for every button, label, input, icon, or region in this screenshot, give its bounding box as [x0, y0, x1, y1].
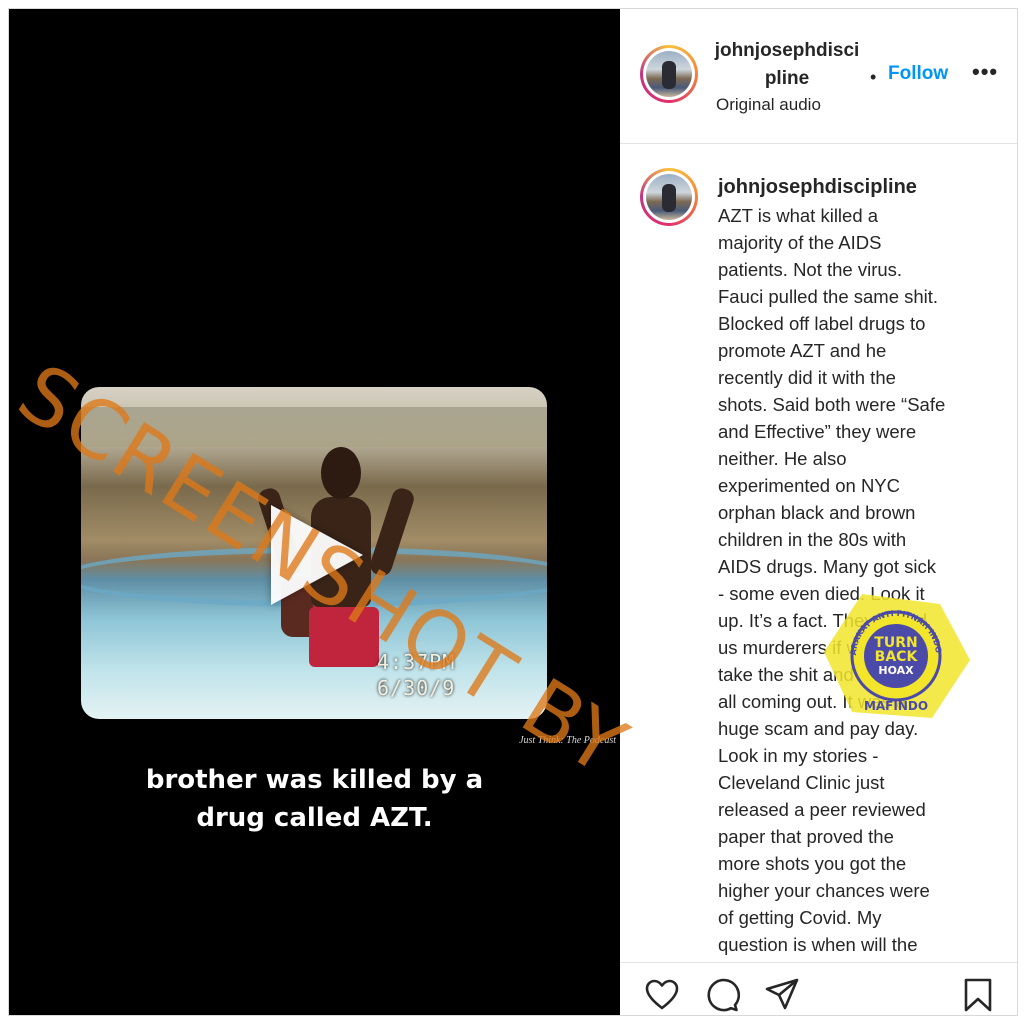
video-credit: Just Think: The Podcast: [519, 735, 616, 746]
instagram-post-window: 4:37PM 6/30/9 Just Think: The Podcast br…: [8, 8, 1018, 1016]
separator-dot: •: [870, 67, 877, 87]
follow-button[interactable]: Follow: [888, 63, 948, 85]
action-bar: [620, 962, 1017, 1015]
avatar[interactable]: [640, 45, 698, 103]
post-header: johnjosephdiscipline • Follow ••• Origin…: [620, 9, 1017, 144]
share-icon[interactable]: [764, 977, 800, 1013]
video-timestamp: 4:37PM 6/30/9: [377, 649, 455, 701]
comment-username[interactable]: johnjosephdiscipline: [718, 176, 917, 199]
comment-avatar[interactable]: [640, 168, 698, 226]
audio-label[interactable]: Original audio: [716, 95, 821, 115]
caption-comment: johnjosephdiscipline AZT is what killed …: [620, 144, 1017, 962]
header-username[interactable]: johnjosephdiscipline: [712, 37, 862, 93]
video-thumbnail[interactable]: 4:37PM 6/30/9: [81, 387, 547, 719]
bookmark-icon[interactable]: [960, 977, 996, 1013]
timestamp-time: 4:37PM: [377, 650, 456, 674]
comment-text: AZT is what killed a majority of the AID…: [718, 205, 946, 962]
post-sidebar: johnjosephdiscipline • Follow ••• Origin…: [620, 9, 1017, 1015]
head: [321, 447, 361, 499]
timestamp-date: 6/30/9: [377, 676, 456, 700]
comment-icon[interactable]: [704, 977, 740, 1013]
video-caption: brother was killed by a drug called AZT.: [145, 765, 484, 833]
video-player[interactable]: 4:37PM 6/30/9 Just Think: The Podcast br…: [9, 9, 620, 1015]
more-options-icon[interactable]: •••: [972, 59, 998, 85]
background-trees: [81, 407, 547, 447]
red-shorts: [309, 607, 379, 667]
heart-icon[interactable]: [644, 977, 680, 1013]
play-icon[interactable]: [271, 505, 363, 605]
